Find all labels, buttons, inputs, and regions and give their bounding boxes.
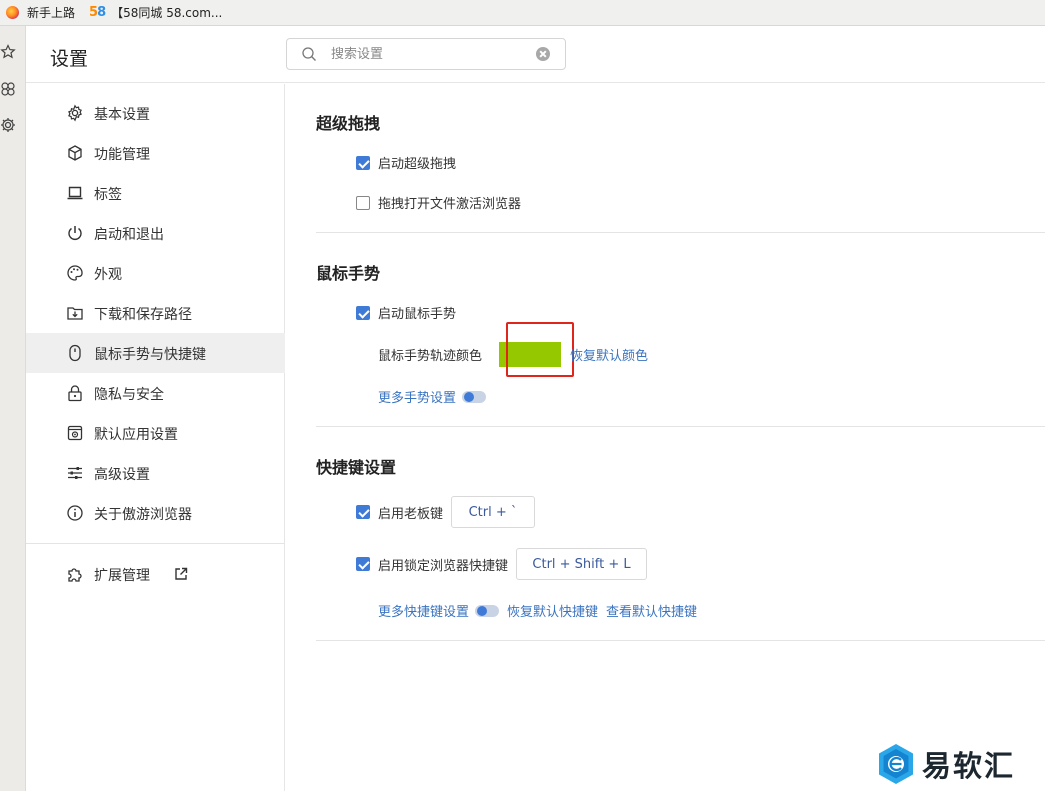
bookmark-newbie[interactable]: 新手上路	[6, 4, 75, 21]
section-divider	[316, 232, 1045, 233]
sidebar-item-label: 关于傲游浏览器	[94, 507, 192, 523]
sidebar-item-label: 启动和退出	[94, 227, 164, 243]
bookmark-58[interactable]: 58 【58同城 58.com...	[89, 4, 222, 21]
sidebar-item-label: 鼠标手势与快捷键	[94, 347, 206, 363]
sidebar-item-label: 高级设置	[94, 467, 150, 483]
drag-enable-checkbox[interactable]	[356, 155, 370, 170]
more-shortcut-settings-link[interactable]: 更多快捷键设置	[378, 601, 469, 620]
boss-key-label: 启用老板键	[378, 506, 444, 522]
bookmark-label: 新手上路	[27, 6, 76, 20]
sidebar-item-downloads[interactable]: 下载和保存路径	[26, 293, 285, 333]
side-strip	[0, 26, 26, 791]
section-title-drag: 超级拖拽	[316, 114, 381, 133]
external-link-icon[interactable]	[174, 567, 188, 581]
palette-icon	[67, 265, 83, 281]
shortcut-links-row: 更多快捷键设置 恢复默认快捷键 查看默认快捷键	[378, 601, 697, 620]
sidebar-item-tabs[interactable]: 标签	[26, 173, 285, 213]
drag-enable-label: 启动超级拖拽	[378, 157, 457, 172]
reset-color-link-label: 恢复默认颜色	[570, 349, 649, 364]
sidebar-item-label: 基本设置	[94, 107, 150, 123]
favorites-star-icon[interactable]	[0, 44, 16, 60]
58-logo-icon: 58	[89, 5, 106, 20]
gesture-color-label: 鼠标手势轨迹颜色	[378, 349, 483, 364]
lock-key-label: 启用锁定浏览器快捷键	[378, 558, 509, 574]
sidebar-item-label: 下载和保存路径	[94, 307, 192, 323]
view-default-shortcuts-link[interactable]: 查看默认快捷键	[606, 601, 697, 620]
gear-icon	[68, 104, 82, 122]
reset-shortcuts-link[interactable]: 恢复默认快捷键	[507, 601, 598, 620]
sidebar-item-label: 默认应用设置	[94, 427, 178, 443]
sidebar-item-label: 标签	[94, 187, 122, 203]
lock-icon	[68, 385, 82, 402]
bookmarks-bar: 新手上路 58 【58同城 58.com...	[0, 0, 1045, 26]
sidebar-item-startup[interactable]: 启动和退出	[26, 213, 285, 253]
sidebar-item-label: 功能管理	[94, 147, 150, 163]
search-icon	[302, 47, 316, 61]
settings-sidebar: 基本设置 功能管理 标签 启动和退出 外观 下载和保存路径 鼠标手势与快捷键 隐…	[26, 84, 285, 791]
boss-key-row[interactable]: 启用老板键 Ctrl + `	[356, 496, 536, 528]
info-icon	[67, 505, 83, 521]
more-gesture-toggle-icon[interactable]	[462, 390, 487, 403]
sidebar-item-gestures[interactable]: 鼠标手势与快捷键	[26, 333, 285, 373]
watermark-logo-icon	[879, 744, 913, 784]
rss-flower-icon[interactable]	[0, 81, 16, 97]
sidebar-item-basic[interactable]: 基本设置	[26, 93, 285, 133]
download-folder-icon	[67, 307, 83, 320]
page-title: 设置	[50, 48, 89, 70]
power-icon	[68, 226, 82, 240]
settings-content: 超级拖拽 启动超级拖拽 拖拽打开文件激活浏览器 鼠标手势 启动鼠标手势 鼠标手势…	[286, 84, 1045, 791]
search-input[interactable]	[331, 43, 531, 65]
puzzle-icon	[68, 568, 82, 582]
cube-icon	[68, 145, 82, 161]
gesture-enable-checkbox[interactable]	[356, 305, 370, 320]
sidebar-item-features[interactable]: 功能管理	[26, 133, 285, 173]
clear-search-icon[interactable]	[536, 47, 550, 61]
sidebar-item-label: 外观	[94, 267, 122, 283]
section-title-shortcuts: 快捷键设置	[316, 458, 397, 477]
more-shortcut-toggle-icon[interactable]	[475, 604, 500, 617]
bookmark-label: 【58同城 58.com...	[111, 6, 223, 20]
sliders-icon	[68, 467, 82, 479]
settings-gear-icon[interactable]	[0, 117, 16, 133]
search-box[interactable]	[286, 38, 566, 70]
annotation-highlight-box	[506, 322, 574, 377]
sidebar-item-label: 隐私与安全	[94, 387, 164, 403]
sidebar-item-label: 扩展管理	[94, 568, 150, 584]
gesture-enable-row[interactable]: 启动鼠标手势	[356, 303, 456, 322]
lock-key-row[interactable]: 启用锁定浏览器快捷键 Ctrl + Shift + L	[356, 548, 648, 580]
drag-enable-row[interactable]: 启动超级拖拽	[356, 153, 456, 172]
section-title-gesture: 鼠标手势	[316, 264, 381, 283]
section-divider	[316, 426, 1045, 427]
sidebar-item-extensions[interactable]: 扩展管理	[26, 554, 285, 594]
sidebar-item-about[interactable]: 关于傲游浏览器	[26, 493, 285, 533]
settings-header: 设置	[26, 26, 1045, 83]
gesture-enable-label: 启动鼠标手势	[378, 307, 457, 322]
boss-key-input[interactable]: Ctrl + `	[451, 496, 536, 528]
drag-activate-checkbox[interactable]	[356, 195, 370, 210]
reset-color-link[interactable]: 恢复默认颜色	[570, 345, 648, 364]
sidebar-item-privacy[interactable]: 隐私与安全	[26, 373, 285, 413]
lock-key-checkbox[interactable]	[356, 557, 370, 571]
firefox-icon	[6, 6, 19, 19]
watermark-text: 易软汇	[922, 749, 1016, 783]
sidebar-item-advanced[interactable]: 高级设置	[26, 453, 285, 493]
drag-activate-row[interactable]: 拖拽打开文件激活浏览器	[356, 193, 521, 212]
lock-key-input[interactable]: Ctrl + Shift + L	[516, 548, 648, 580]
default-app-icon	[67, 425, 83, 441]
sidebar-item-appearance[interactable]: 外观	[26, 253, 285, 293]
watermark: 易软汇	[876, 743, 1015, 785]
section-divider	[316, 640, 1045, 641]
mouse-icon	[69, 344, 81, 362]
more-gesture-settings-row[interactable]: 更多手势设置	[378, 387, 487, 406]
tab-icon	[67, 186, 83, 200]
sidebar-item-default-apps[interactable]: 默认应用设置	[26, 413, 285, 453]
boss-key-checkbox[interactable]	[356, 505, 370, 519]
sidebar-divider	[26, 543, 285, 544]
more-gesture-settings-link[interactable]: 更多手势设置	[378, 387, 456, 406]
drag-activate-label: 拖拽打开文件激活浏览器	[378, 197, 522, 212]
